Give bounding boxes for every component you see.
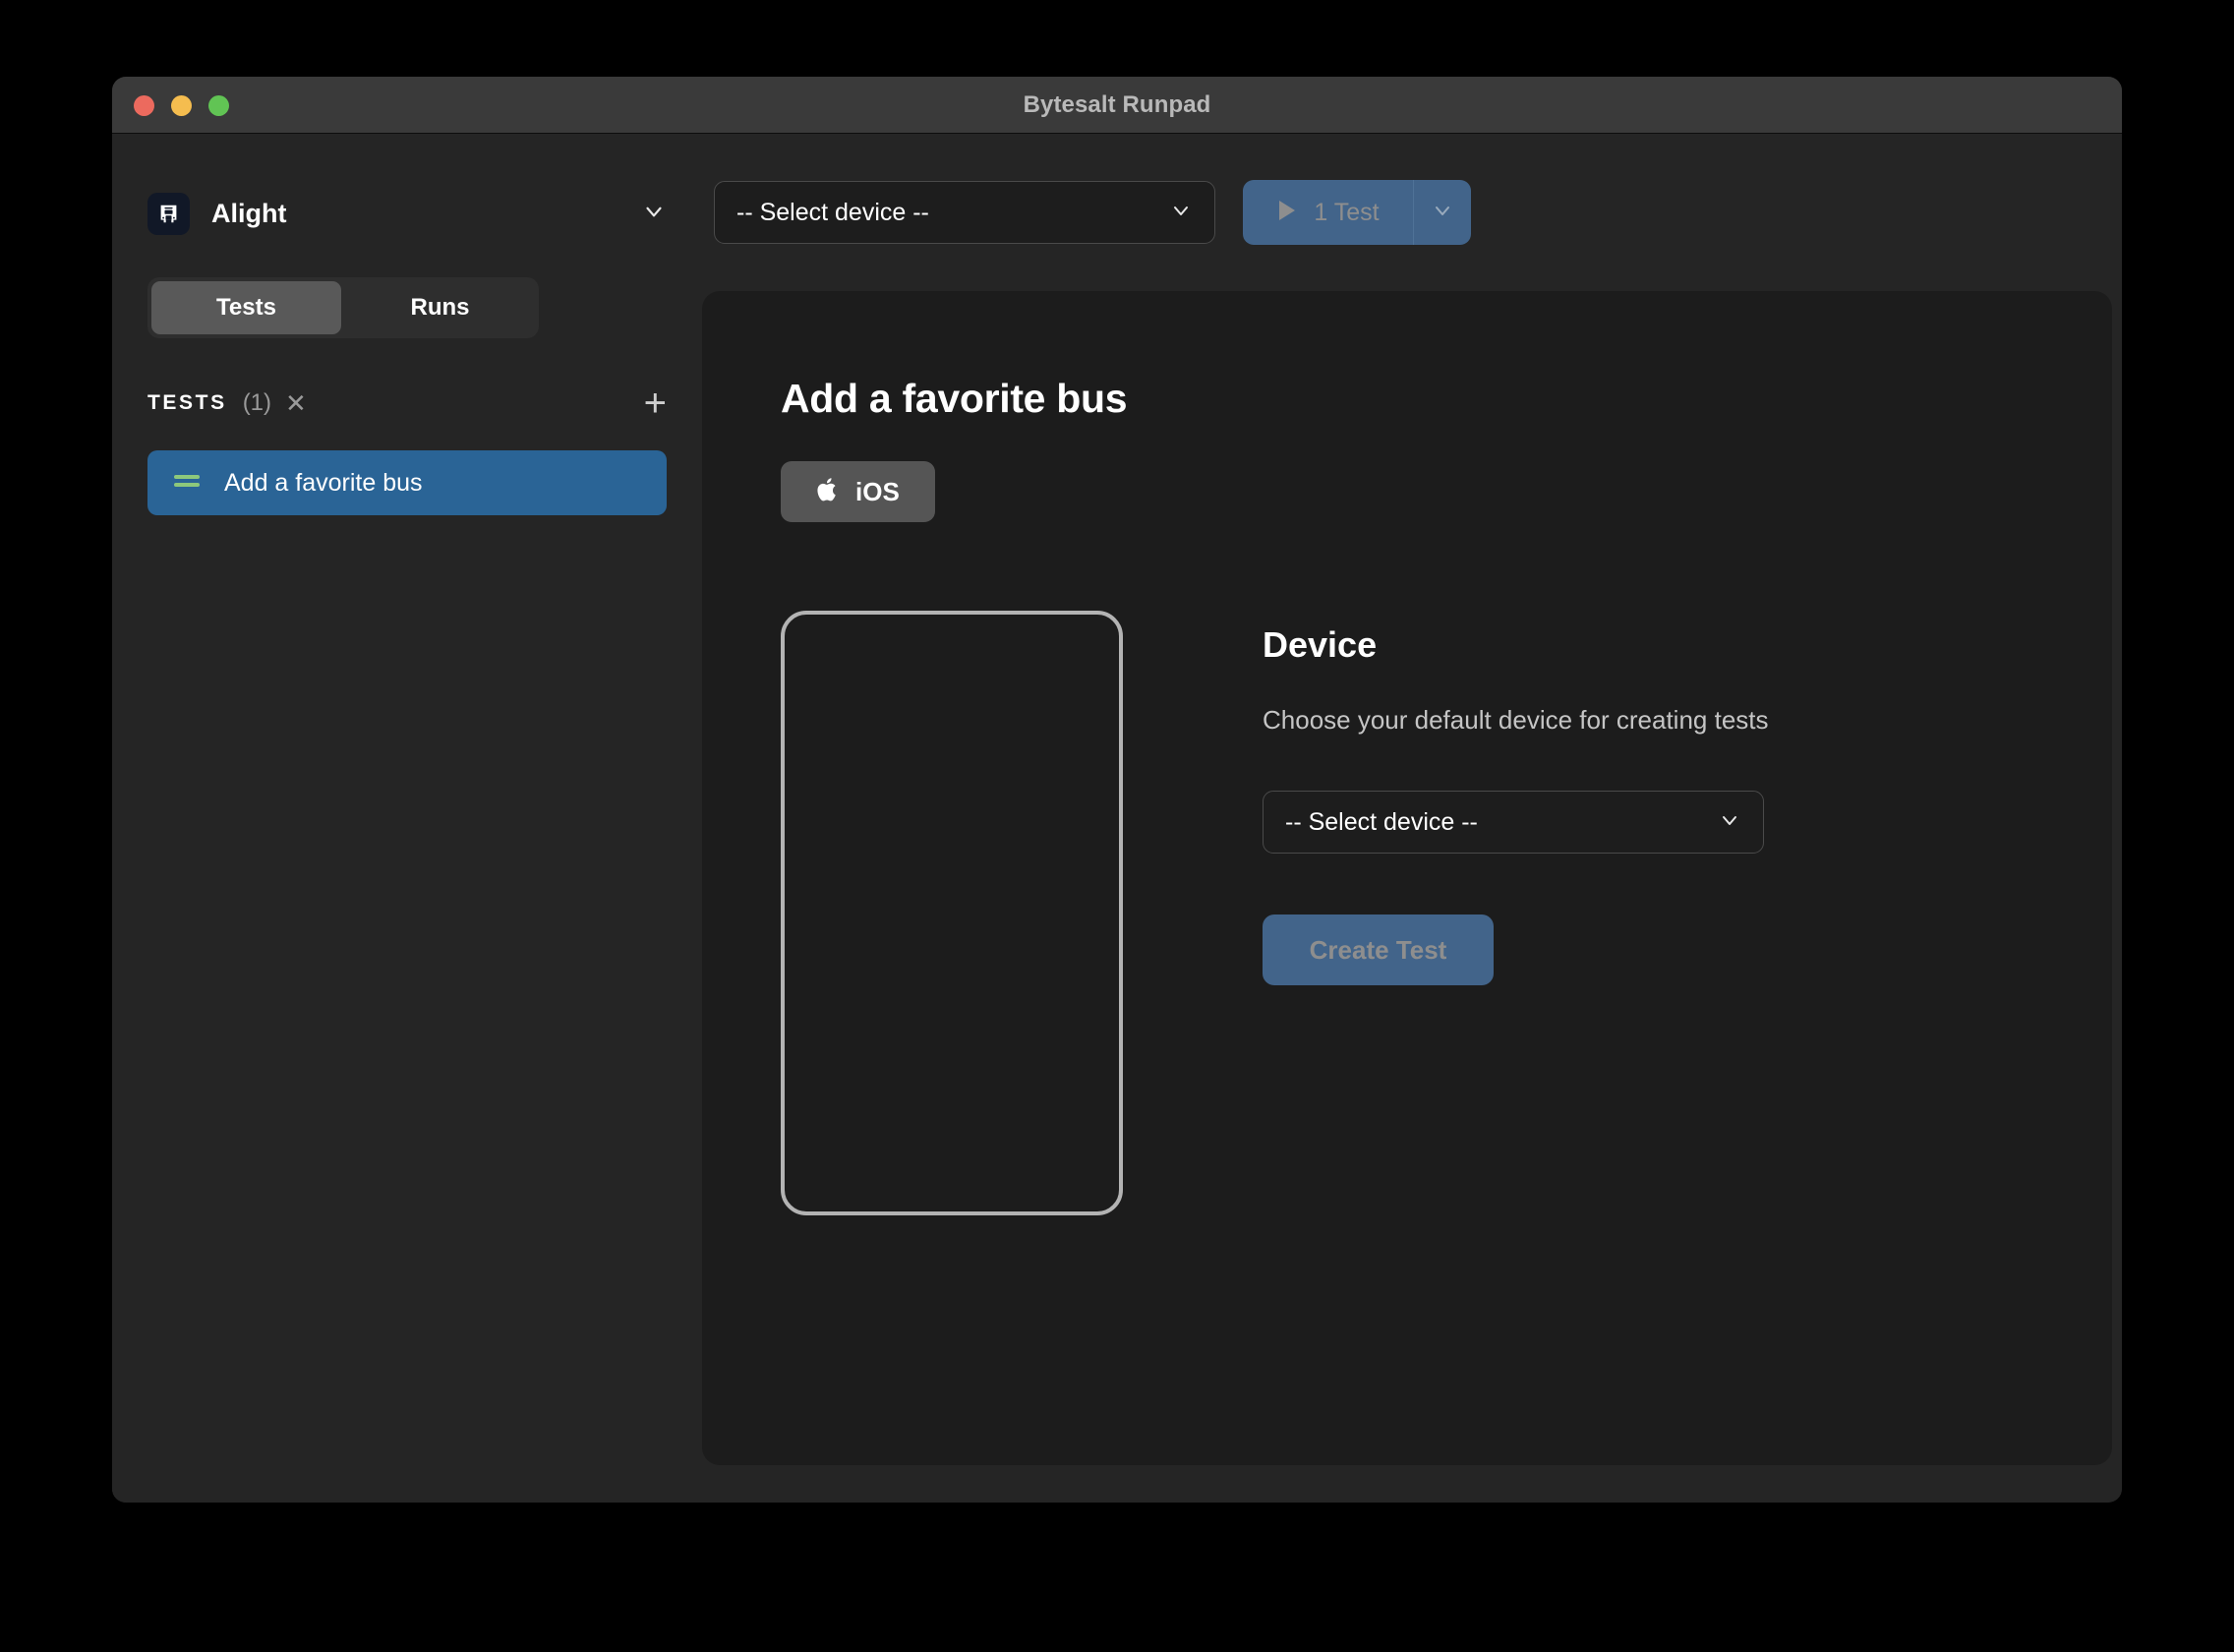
bus-icon [147, 192, 190, 235]
window-body: Alight Tests Runs TESTS (1) ✕ + Add a fa… [112, 134, 2122, 1503]
maximize-window-button[interactable] [208, 94, 229, 116]
device-subtitle: Choose your default device for creating … [1263, 705, 1769, 735]
tests-section-label: TESTS [147, 391, 227, 414]
tests-count: (1) [242, 389, 272, 416]
close-window-button[interactable] [134, 94, 154, 116]
app-window: Bytesalt Runpad Alight Tests Runs TESTS … [112, 77, 2122, 1503]
create-test-button[interactable]: Create Test [1263, 914, 1494, 985]
test-list: Add a favorite bus [147, 450, 667, 515]
project-name: Alight [211, 198, 287, 228]
top-toolbar: -- Select device -- 1 Test [702, 134, 2122, 291]
minimize-window-button[interactable] [171, 94, 192, 116]
device-select-toolbar[interactable]: -- Select device -- [714, 181, 1215, 244]
run-tests-button[interactable]: 1 Test [1243, 180, 1471, 245]
play-icon [1276, 199, 1298, 227]
chevron-down-icon [1718, 808, 1741, 837]
page-title: Add a favorite bus [781, 376, 1128, 421]
platform-badge-label: iOS [855, 476, 900, 506]
platform-badge-ios[interactable]: iOS [781, 461, 935, 522]
tab-runs[interactable]: Runs [345, 281, 535, 334]
title-bar: Bytesalt Runpad [112, 77, 2122, 134]
project-selector[interactable]: Alight [147, 183, 667, 244]
list-item[interactable]: Add a favorite bus [147, 450, 667, 515]
chevron-down-icon [641, 199, 667, 229]
list-item-label: Add a favorite bus [224, 468, 423, 497]
run-tests-label: 1 Test [1314, 198, 1380, 226]
apple-icon [816, 476, 840, 508]
chevron-down-icon [1431, 199, 1454, 227]
panel-columns: Device Choose your default device for cr… [781, 611, 2112, 1215]
run-options-caret[interactable] [1414, 180, 1471, 245]
phone-frame [781, 611, 1123, 1215]
main-panel: Add a favorite bus iOS Device Choose you… [702, 291, 2112, 1465]
device-settings: Device Choose your default device for cr… [1263, 611, 1769, 1215]
device-select-default-value: -- Select device -- [1285, 807, 1478, 836]
plus-icon[interactable]: + [644, 384, 667, 423]
device-select-toolbar-value: -- Select device -- [736, 198, 929, 226]
equals-handle-icon [173, 472, 201, 495]
sidebar: Alight Tests Runs TESTS (1) ✕ + Add a fa… [112, 134, 702, 1503]
close-icon[interactable]: ✕ [285, 390, 307, 416]
window-title: Bytesalt Runpad [1023, 90, 1211, 118]
tab-tests[interactable]: Tests [151, 281, 341, 334]
device-heading: Device [1263, 624, 1378, 665]
view-tabs: Tests Runs [147, 277, 539, 338]
chevron-down-icon [1169, 199, 1193, 227]
window-controls [134, 77, 229, 134]
device-select-default[interactable]: -- Select device -- [1263, 791, 1764, 854]
tests-section-header: TESTS (1) ✕ + [147, 384, 667, 423]
run-tests-main[interactable]: 1 Test [1243, 180, 1414, 245]
